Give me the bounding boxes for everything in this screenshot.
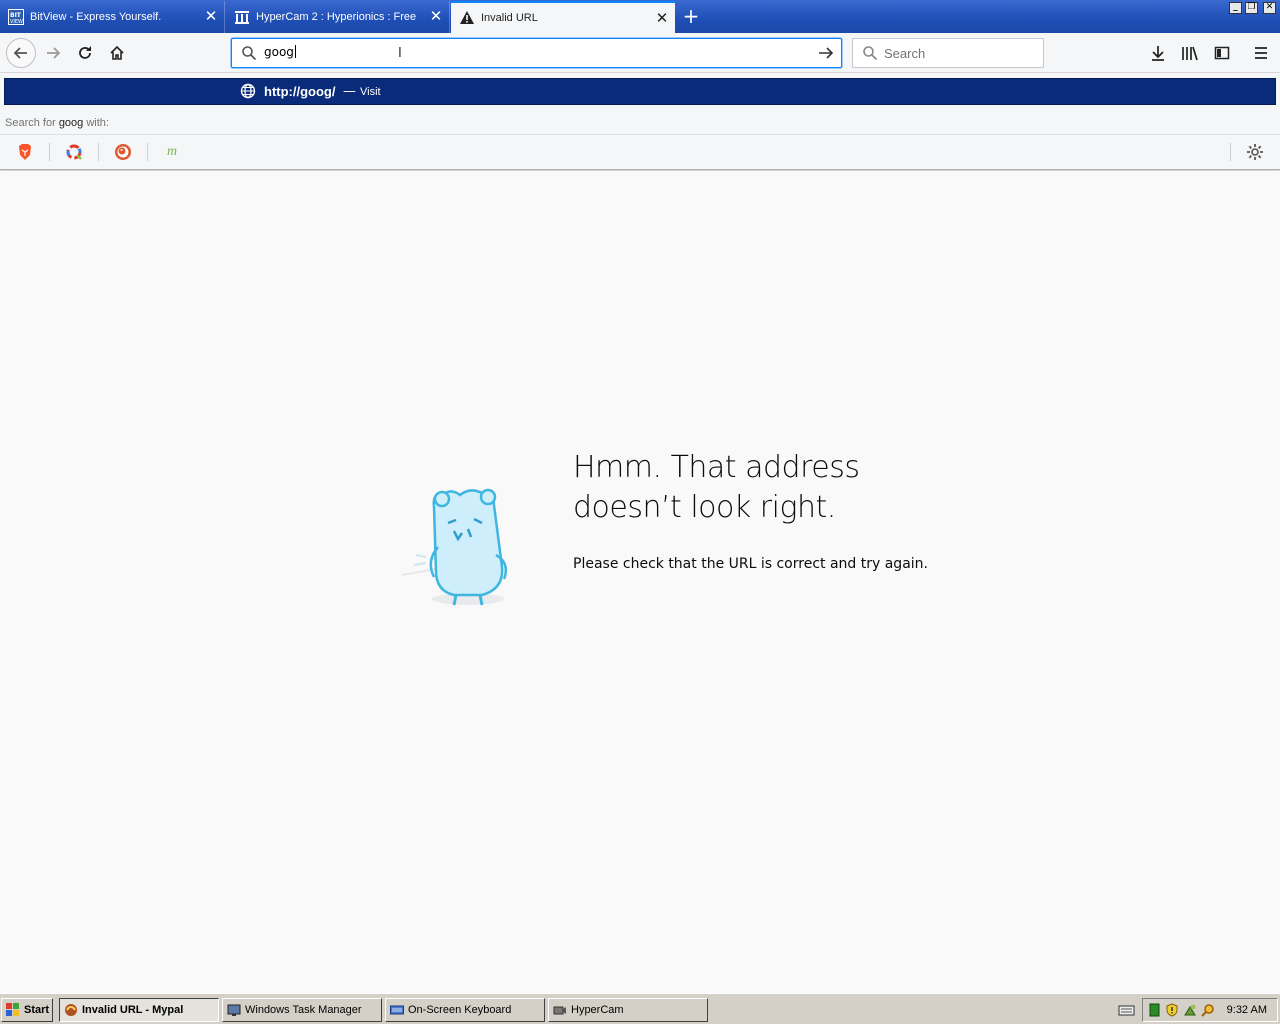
brave-search-engine-button[interactable] (14, 141, 36, 163)
url-input[interactable]: goog (264, 45, 296, 59)
url-suggestions-popup: http://goog/ — Visit Search for goog wit… (0, 74, 1280, 170)
restore-button[interactable]: ❐ (1245, 2, 1258, 14)
bitview-favicon-icon: BIT VIEW (8, 9, 24, 25)
tab-title: Invalid URL (481, 12, 538, 24)
search-bar[interactable]: Search (852, 38, 1044, 68)
security-shield-icon[interactable] (1165, 1003, 1179, 1020)
keyboard-icon (390, 1003, 404, 1017)
duckduckgo-engine-button[interactable] (112, 141, 134, 163)
suggestion-url: http://goog/ (264, 84, 336, 99)
taskbar-item-label: HyperCam (571, 1004, 624, 1016)
sidebar-icon (1214, 46, 1230, 60)
windows-taskbar: Start Invalid URL - Mypal Windows Task M… (0, 993, 1280, 1024)
svg-text:VIEW: VIEW (10, 19, 23, 25)
tab-strip: BIT VIEW BitView - Express Yourself. ✕ Hy… (0, 0, 1280, 33)
go-arrow-icon[interactable] (817, 45, 835, 61)
divider (49, 143, 50, 161)
home-icon (110, 45, 124, 60)
tab-title: BitView - Express Yourself. (30, 11, 162, 23)
taskbar-item-task-manager[interactable]: Windows Task Manager (222, 998, 382, 1022)
suggestion-separator: — (343, 84, 356, 99)
menu-button[interactable] (1247, 39, 1275, 67)
start-button[interactable]: Start (1, 998, 53, 1022)
divider (1230, 143, 1231, 161)
search-with-label: Search for goog with: (0, 111, 1280, 135)
svg-text:BIT: BIT (10, 12, 22, 19)
suggestion-action: Visit (360, 86, 381, 98)
back-arrow-icon (13, 47, 27, 59)
search-icon (242, 46, 257, 61)
library-button[interactable] (1176, 39, 1204, 67)
mojeek-engine-button[interactable]: m (161, 141, 183, 163)
reload-icon (79, 46, 91, 59)
mypal-browser-icon (64, 1003, 78, 1017)
forward-button[interactable] (39, 39, 67, 67)
gear-icon (1247, 144, 1263, 160)
close-icon[interactable]: ✕ (204, 9, 218, 24)
brave-lion-icon (19, 144, 31, 160)
new-tab-button[interactable]: + (680, 6, 702, 28)
home-button[interactable] (103, 39, 131, 67)
duckduckgo-icon (115, 144, 131, 160)
mojeek-icon: m (166, 144, 178, 159)
one-off-search-engines: m (0, 135, 1280, 168)
globe-icon (240, 83, 256, 99)
library-icon (1182, 46, 1198, 61)
error-page: Hmm. That address doesn’t look right. Pl… (0, 171, 1280, 993)
keyboard-layout-icon[interactable] (1118, 1003, 1136, 1020)
tab-title: HyperCam 2 : Hyperionics : Free Download… (256, 11, 420, 23)
error-title: Hmm. That address doesn’t look right. (573, 450, 860, 525)
warning-icon (459, 10, 475, 26)
taskbar-item-onscreen-keyboard[interactable]: On-Screen Keyboard (385, 998, 545, 1022)
task-manager-icon (227, 1003, 241, 1017)
magnifier-icon[interactable] (1201, 1003, 1215, 1020)
hypercam-icon (553, 1003, 567, 1017)
back-button[interactable] (6, 38, 36, 68)
forward-arrow-icon (47, 47, 61, 59)
download-icon (1152, 46, 1164, 61)
visit-suggestion-row[interactable]: http://goog/ — Visit (4, 78, 1276, 105)
divider (147, 143, 148, 161)
safely-remove-icon[interactable] (1183, 1003, 1197, 1020)
qwant-icon (66, 144, 82, 160)
tab-hypercam[interactable]: HyperCam 2 : Hyperionics : Free Download… (226, 1, 450, 33)
window-close-button[interactable]: ✕ (1263, 2, 1276, 14)
reload-button[interactable] (71, 39, 99, 67)
network-icon[interactable] (1149, 1003, 1161, 1020)
search-placeholder: Search (884, 46, 926, 61)
start-label: Start (24, 1004, 50, 1016)
taskbar-item-mypal[interactable]: Invalid URL - Mypal (59, 998, 219, 1022)
minimize-button[interactable]: _ (1229, 2, 1242, 14)
clock[interactable]: 9:32 AM (1227, 1004, 1267, 1016)
text-cursor-icon: I (398, 46, 402, 61)
downloads-button[interactable] (1144, 39, 1172, 67)
sidebar-button[interactable] (1208, 39, 1236, 67)
system-tray: 9:32 AM (1142, 998, 1278, 1022)
taskbar-item-hypercam[interactable]: HyperCam (548, 998, 708, 1022)
error-description: Please check that the URL is correct and… (573, 556, 928, 572)
tab-bitview[interactable]: BIT VIEW BitView - Express Yourself. ✕ (0, 1, 225, 33)
qwant-engine-button[interactable] (63, 141, 85, 163)
taskbar-item-label: Windows Task Manager (245, 1004, 362, 1016)
navigation-toolbar: goog I Search (0, 33, 1280, 73)
windows-logo-icon (6, 1003, 20, 1017)
url-bar[interactable]: goog I (231, 38, 842, 68)
sad-hamster-illustration (401, 488, 507, 606)
taskbar-item-label: On-Screen Keyboard (408, 1004, 512, 1016)
close-icon[interactable]: ✕ (655, 11, 669, 26)
tab-invalid-url[interactable]: Invalid URL ✕ (451, 1, 675, 33)
close-icon[interactable]: ✕ (429, 9, 443, 24)
divider (98, 143, 99, 161)
hamburger-menu-icon (1255, 47, 1267, 59)
archive-building-icon (234, 9, 250, 25)
search-settings-button[interactable] (1244, 141, 1266, 163)
search-icon (863, 46, 878, 61)
taskbar-item-label: Invalid URL - Mypal (82, 1004, 184, 1016)
